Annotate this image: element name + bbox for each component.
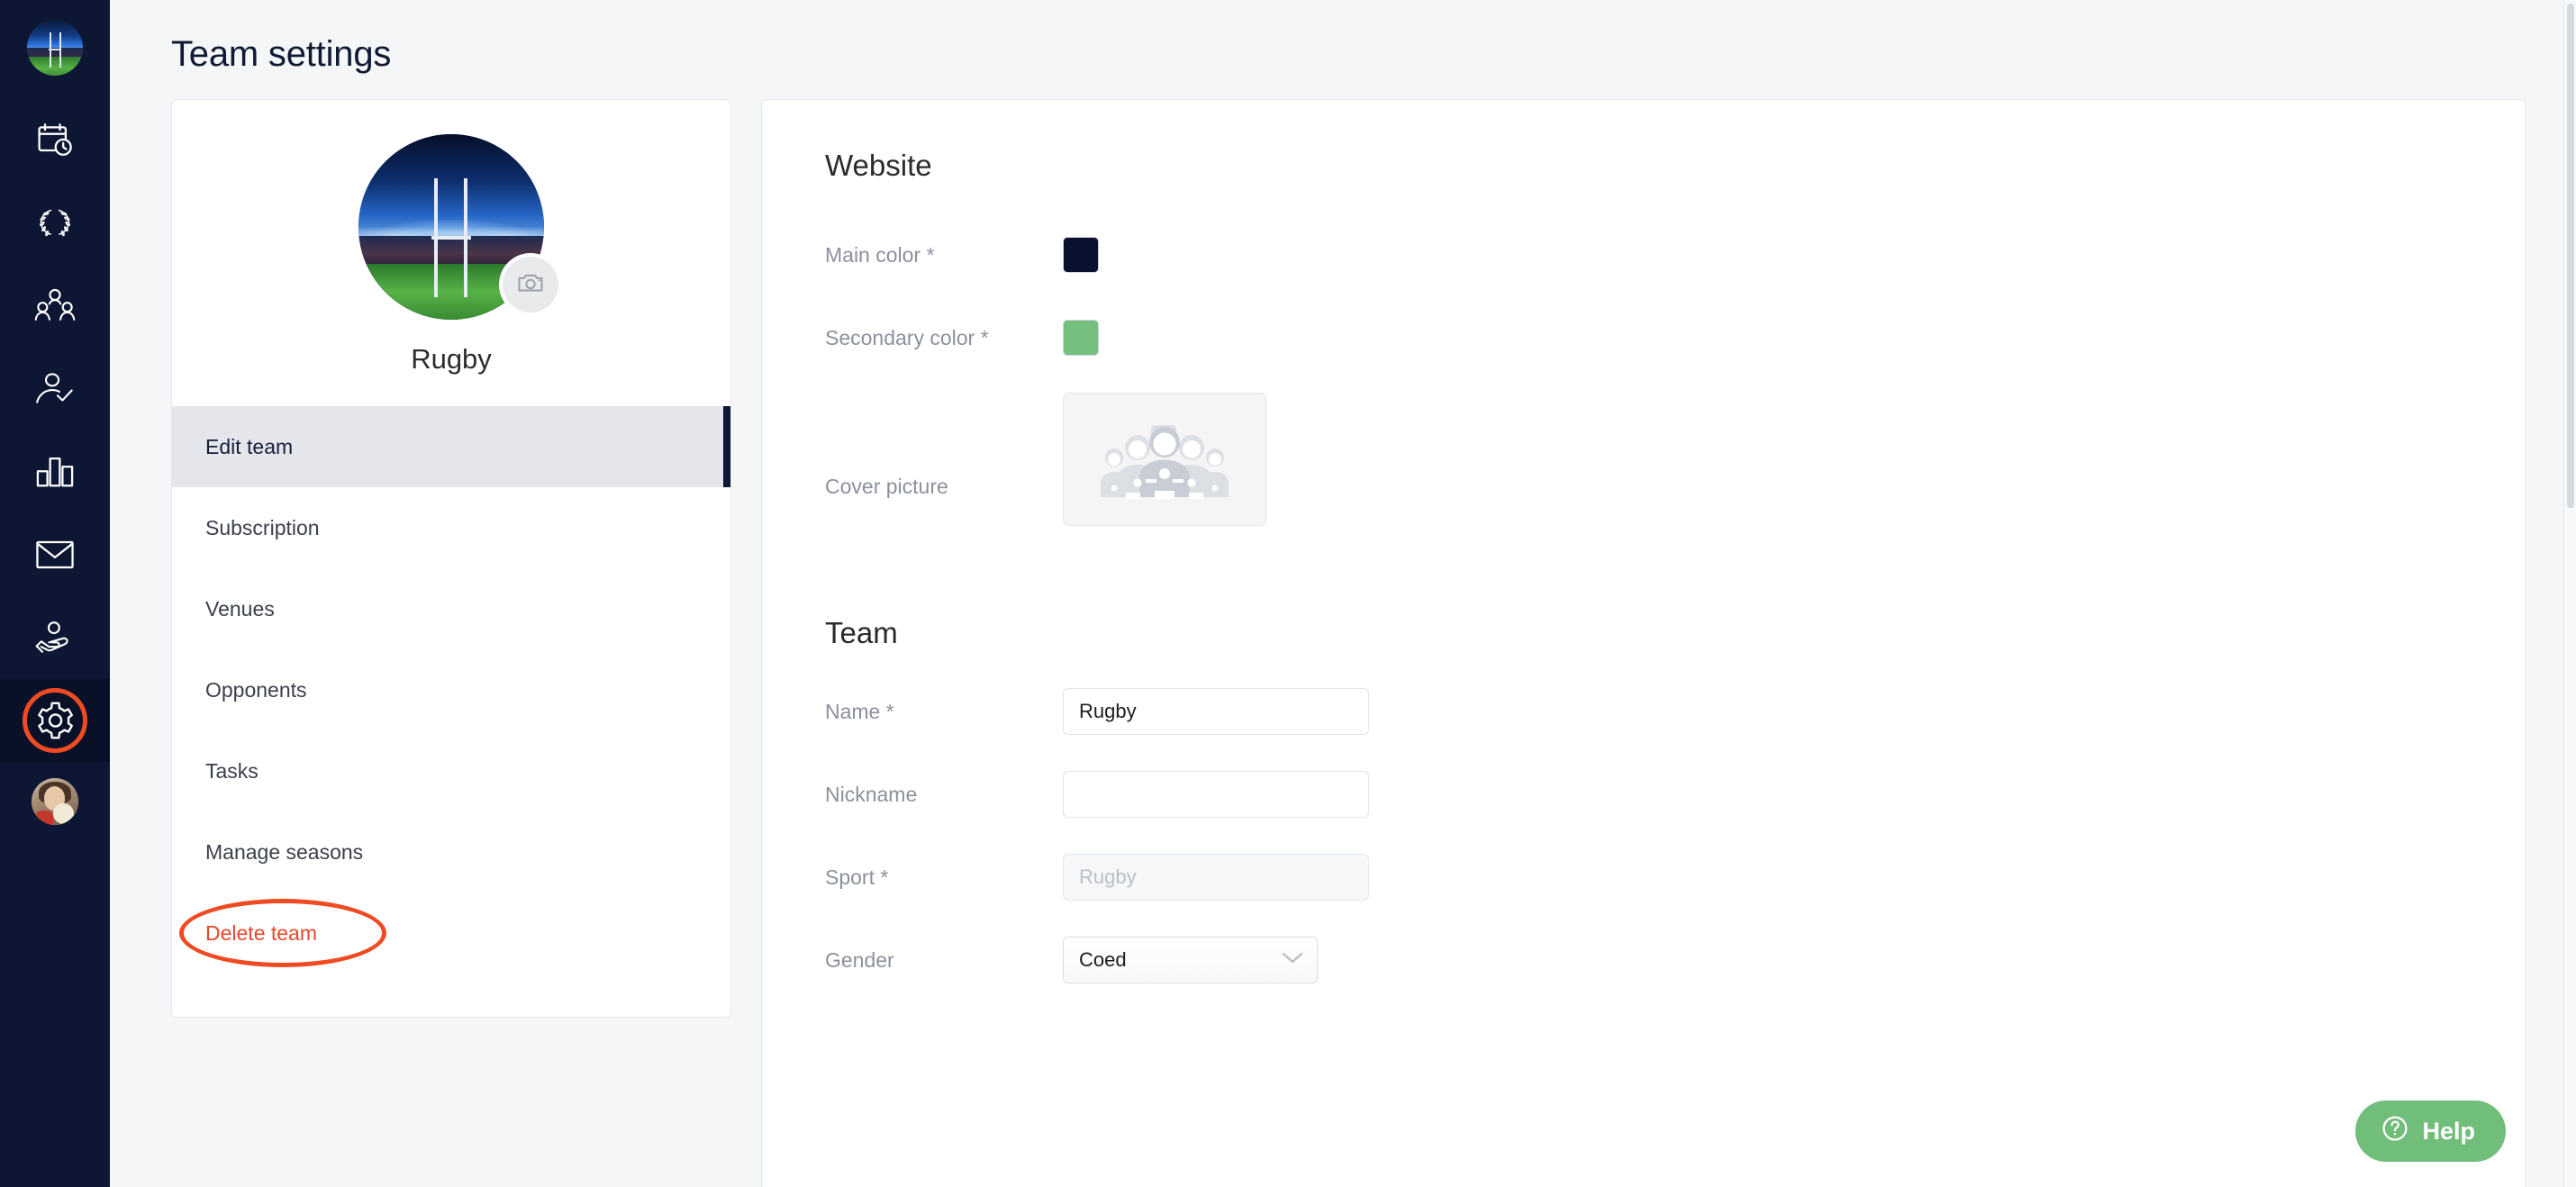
gender-select-wrapper: Coed (1063, 937, 1318, 983)
field-row-cover-picture: Cover picture (762, 379, 2525, 526)
team-name: Rugby (411, 343, 492, 375)
sidebar-item-payments[interactable] (0, 596, 110, 679)
menu-bottom-spacer (172, 974, 730, 1017)
bar-chart-icon (34, 453, 76, 491)
brand-logo[interactable] (27, 20, 83, 76)
menu-item-delete-team[interactable]: Delete team (172, 893, 730, 974)
page-title: Team settings (171, 34, 392, 74)
sidebar-item-statistics[interactable] (0, 430, 110, 513)
brand-logo-crossbar (48, 49, 61, 51)
page-scrollbar[interactable] (2563, 0, 2576, 1187)
menu-item-edit-team[interactable]: Edit team (172, 406, 730, 487)
menu-item-opponents[interactable]: Opponents (172, 649, 730, 730)
main-color-swatch[interactable] (1063, 237, 1099, 273)
sport-label: Sport * (825, 865, 889, 889)
envelope-icon (34, 538, 76, 572)
sidebar-item-messages[interactable] (0, 513, 110, 596)
menu-item-label: Subscription (205, 515, 320, 539)
app-root: Team settings Rugby Edit team Subscripti… (0, 0, 2576, 1187)
secondary-color-label: Secondary color * (825, 325, 989, 349)
gender-selected-value: Coed (1079, 948, 1127, 971)
team-settings-menu: Edit team Subscription Venues Opponents … (172, 406, 730, 1017)
field-row-name: Name * (762, 670, 2525, 753)
team-card: Rugby Edit team Subscription Venues Oppo… (171, 99, 731, 1018)
team-section-title: Team (825, 616, 898, 649)
menu-item-subscription[interactable]: Subscription (172, 487, 730, 568)
cover-picture-label: Cover picture (825, 475, 948, 498)
sidebar-nav (0, 99, 110, 762)
sidebar-item-competitions[interactable] (0, 182, 110, 265)
team-silhouette-placeholder-icon (1097, 414, 1232, 505)
team-card-header: Rugby (172, 100, 730, 406)
field-row-main-color: Main color * (762, 213, 2525, 296)
hand-coin-icon (33, 620, 77, 656)
question-circle-icon (2381, 1114, 2409, 1149)
menu-item-label: Delete team (205, 920, 318, 945)
secondary-color-swatch[interactable] (1063, 320, 1099, 356)
menu-item-manage-seasons[interactable]: Manage seasons (172, 811, 730, 893)
people-group-icon (33, 287, 77, 325)
gender-label: Gender (825, 947, 894, 972)
menu-item-venues[interactable]: Venues (172, 568, 730, 649)
sidebar-item-attendance[interactable] (0, 348, 110, 430)
help-button[interactable]: Help (2355, 1101, 2506, 1162)
camera-icon (516, 268, 545, 302)
user-avatar[interactable] (32, 778, 78, 825)
content-row: Rugby Edit team Subscription Venues Oppo… (110, 75, 2576, 1187)
sidebar-item-settings[interactable] (0, 679, 110, 762)
calendar-clock-icon (35, 121, 75, 160)
menu-item-label: Edit team (205, 434, 294, 458)
primary-sidebar (0, 0, 110, 1187)
sidebar-item-team[interactable] (0, 265, 110, 348)
page-scrollbar-thumb[interactable] (2567, 4, 2574, 508)
nickname-label: Nickname (825, 782, 918, 806)
field-row-gender: Gender Coed (762, 919, 2525, 1001)
field-row-secondary-color: Secondary color * (762, 296, 2525, 379)
gender-select[interactable]: Coed (1063, 937, 1318, 983)
website-section-title: Website (825, 149, 932, 182)
menu-item-label: Venues (205, 596, 275, 621)
brand-logo-pitch (27, 56, 83, 76)
user-avatar-garment (35, 811, 53, 825)
user-avatar-dog (52, 803, 74, 824)
team-avatar-wrapper (358, 134, 558, 320)
field-row-sport: Sport * (762, 836, 2525, 919)
field-row-nickname: Nickname (762, 753, 2525, 836)
name-input[interactable] (1063, 688, 1369, 735)
main-color-label: Main color * (825, 242, 935, 267)
change-team-picture-button[interactable] (503, 257, 558, 313)
menu-item-label: Opponents (205, 677, 307, 702)
cover-picture-upload[interactable] (1063, 393, 1266, 526)
person-check-icon (33, 371, 77, 407)
sport-input (1063, 854, 1369, 901)
help-button-label: Help (2422, 1117, 2475, 1145)
gear-icon (34, 700, 76, 741)
menu-item-label: Manage seasons (205, 839, 364, 864)
name-label: Name * (825, 699, 894, 723)
menu-item-tasks[interactable]: Tasks (172, 730, 730, 811)
settings-card: Website Main color * Secondary color * C… (761, 99, 2526, 1187)
laurel-wreath-icon (34, 205, 76, 241)
sidebar-item-schedule[interactable] (0, 99, 110, 182)
main-content: Team settings Rugby Edit team Subscripti… (110, 0, 2576, 1187)
nickname-input[interactable] (1063, 771, 1369, 818)
menu-item-label: Tasks (205, 758, 259, 783)
team-avatar-crossbar (431, 236, 471, 240)
